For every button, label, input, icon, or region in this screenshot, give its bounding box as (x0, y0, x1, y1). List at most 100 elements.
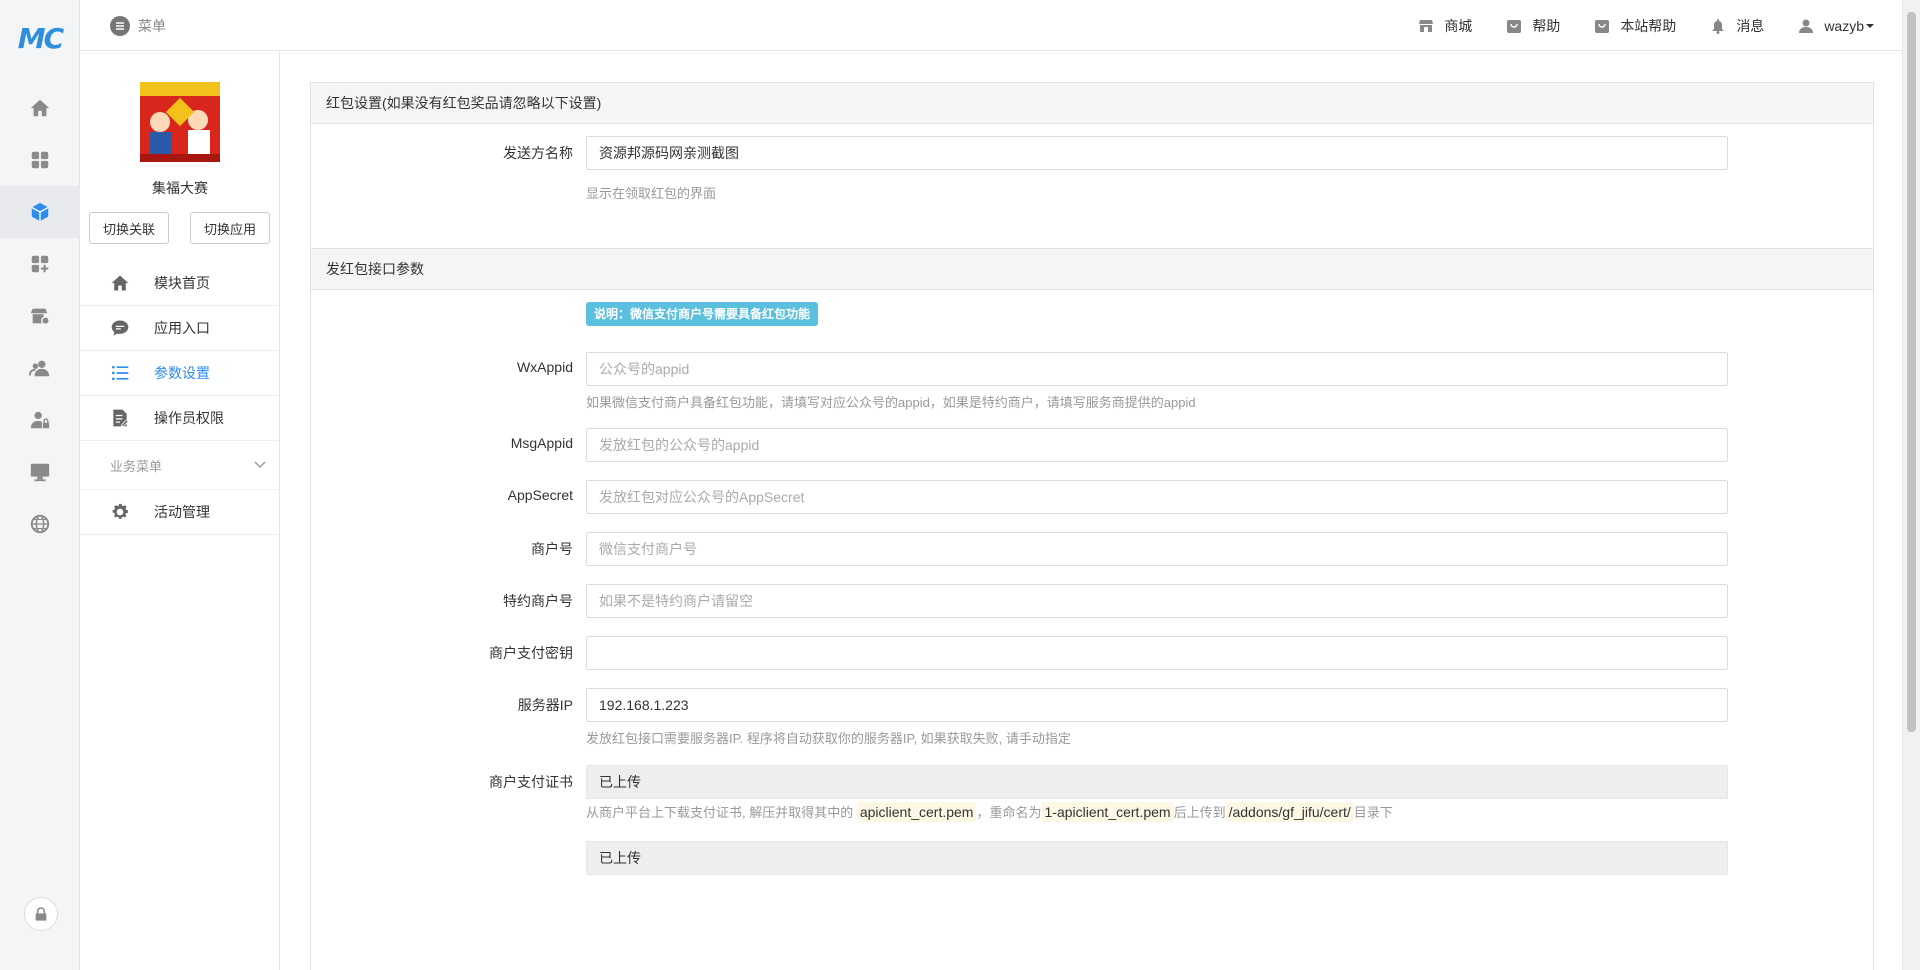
top-nav-messages[interactable]: 消息 (1710, 16, 1764, 36)
rail-monitor[interactable] (0, 446, 80, 498)
page-scrollbar[interactable] (1902, 0, 1920, 970)
redpacket-settings-panel: 红包设置(如果没有红包奖品请忽略以下设置) 发送方名称 显示在领取红包的界面 (310, 82, 1874, 255)
module-nav-settings[interactable]: 参数设置 (80, 351, 279, 396)
redpacket-api-panel: 发红包接口参数 说明：微信支付商户号需要具备红包功能 WxAppid 如果微信支… (310, 248, 1874, 970)
module-nav-home-label: 模块首页 (154, 275, 210, 291)
document-edit-icon (113, 409, 129, 427)
server-ip-help: 发放红包接口需要服务器IP. 程序将自动获取你的服务器IP, 如果获取失败, 请… (586, 731, 1071, 746)
sub-mchid-input[interactable] (586, 584, 1728, 618)
pay-key-input[interactable] (586, 636, 1728, 670)
wxappid-help: 如果微信支付商户具备红包功能，请填写对应公众号的appid，如果是特约商户，请填… (586, 395, 1196, 410)
redpacket-api-title: 发红包接口参数 (311, 249, 1873, 290)
server-ip-input[interactable] (586, 688, 1728, 722)
key-cert-status[interactable]: 已上传 (586, 841, 1728, 875)
scrollbar-thumb[interactable] (1907, 12, 1916, 732)
cert-path: /addons/gf_jifu/cert/ (1225, 802, 1354, 822)
wxappid-input[interactable] (586, 352, 1728, 386)
top-nav: 商城 帮助 本站帮助 消息 wazyb (1418, 0, 1902, 51)
main-content: 红包设置(如果没有红包奖品请忽略以下设置) 发送方名称 显示在领取红包的界面 发… (280, 51, 1902, 970)
mchid-input[interactable] (586, 532, 1728, 566)
business-menu-header[interactable]: 业务菜单 (80, 441, 279, 490)
module-nav-entry[interactable]: 应用入口 (80, 306, 279, 351)
lock-screen-button[interactable] (24, 897, 58, 931)
rail-users[interactable] (0, 342, 80, 394)
msgappid-input[interactable] (586, 428, 1728, 462)
globe-icon (30, 514, 50, 534)
cert-help-part4: 目录下 (1353, 805, 1393, 820)
rail-modules[interactable] (0, 186, 80, 238)
user-name: wazyb (1824, 17, 1864, 34)
list-settings-icon (112, 365, 129, 381)
top-nav-help-label: 帮助 (1532, 17, 1561, 34)
cert-label: 商户支付证书 (489, 774, 573, 790)
bell-icon (1712, 18, 1725, 34)
cert-help-part3: 后上传到 (1173, 805, 1226, 820)
top-nav-help[interactable]: 帮助 (1506, 16, 1560, 36)
cert-status[interactable]: 已上传 (586, 765, 1728, 799)
rail-home[interactable] (0, 82, 80, 134)
monitor-icon (30, 463, 50, 482)
cube-icon (31, 202, 49, 222)
notice-badge: 说明：微信支付商户号需要具备红包功能 (586, 302, 819, 326)
module-nav-activity-label: 活动管理 (154, 504, 210, 520)
module-thumbnail (140, 82, 220, 162)
rail-add-apps[interactable] (0, 238, 80, 290)
store-settings-icon (30, 308, 50, 325)
lock-icon (35, 907, 47, 921)
appsecret-label: AppSecret (507, 487, 573, 503)
user-lock-icon (30, 411, 50, 429)
module-nav-entry-label: 应用入口 (154, 320, 210, 336)
top-bar: 菜单 商城 帮助 本站帮助 消息 wazyb (80, 0, 1902, 51)
user-icon (1799, 19, 1814, 33)
business-menu-label: 业务菜单 (110, 458, 163, 474)
pay-key-label: 商户支付密钥 (489, 645, 573, 661)
sender-name-label: 发送方名称 (503, 145, 573, 161)
chevron-down-icon (254, 461, 266, 468)
store-icon (1419, 19, 1434, 32)
add-grid-icon (31, 255, 49, 273)
switch-app-button[interactable]: 切换应用 (190, 212, 270, 244)
module-nav-permissions[interactable]: 操作员权限 (80, 396, 279, 441)
sender-name-input[interactable] (586, 136, 1728, 170)
top-nav-messages-label: 消息 (1736, 17, 1765, 34)
menu-label: 菜单 (138, 18, 166, 34)
mchid-label: 商户号 (531, 541, 573, 557)
module-nav-home[interactable]: 模块首页 (80, 261, 279, 306)
cert-help-part2: ，重命名为 (976, 805, 1042, 820)
cert-rename: 1-apiclient_cert.pem (1041, 802, 1174, 822)
module-nav-settings-label: 参数设置 (154, 365, 210, 381)
icon-rail: MC (0, 0, 80, 970)
redpacket-settings-title: 红包设置(如果没有红包奖品请忽略以下设置) (311, 83, 1873, 124)
users-icon (29, 360, 50, 377)
top-nav-site-help[interactable]: 本站帮助 (1594, 16, 1676, 36)
apps-grid-icon (31, 151, 49, 169)
user-menu[interactable]: wazyb (1798, 18, 1874, 34)
appsecret-input[interactable] (586, 480, 1728, 514)
wxappid-label: WxAppid (516, 359, 573, 375)
rail-store-settings[interactable] (0, 290, 80, 342)
cert-help-part1: 从商户平台上下载支付证书, 解压并取得其中的 (586, 805, 854, 820)
server-ip-label: 服务器IP (517, 697, 573, 713)
top-nav-mall[interactable]: 商城 (1418, 16, 1472, 36)
msgappid-label: MsgAppid (510, 435, 573, 451)
module-nav: 模块首页 应用入口 参数设置 操作员权限 业务菜单 活动管理 (80, 261, 279, 535)
bag-icon (1507, 19, 1522, 33)
chat-icon (111, 320, 129, 336)
home-icon (111, 275, 129, 291)
sub-mchid-label: 特约商户号 (503, 593, 573, 609)
rail-globe[interactable] (0, 498, 80, 550)
top-nav-mall-label: 商城 (1444, 17, 1473, 34)
rail-apps[interactable] (0, 134, 80, 186)
top-nav-site-help-label: 本站帮助 (1620, 17, 1677, 34)
module-name: 集福大赛 (152, 180, 208, 196)
module-nav-activity[interactable]: 活动管理 (80, 490, 279, 535)
menu-toggle[interactable]: 菜单 (110, 16, 166, 36)
app-logo[interactable]: MC (0, 22, 80, 55)
cert-help: 从商户平台上下载支付证书, 解压并取得其中的 apiclient_cert.pe… (586, 802, 1393, 822)
module-sidebar: 集福大赛 切换关联 切换应用 模块首页 应用入口 参数设置 操作员权限 业务菜单… (80, 51, 280, 970)
gear-icon (112, 503, 128, 519)
home-icon (30, 99, 50, 117)
switch-link-button[interactable]: 切换关联 (89, 212, 169, 244)
rail-user-permissions[interactable] (0, 394, 80, 446)
menu-icon (110, 16, 130, 36)
